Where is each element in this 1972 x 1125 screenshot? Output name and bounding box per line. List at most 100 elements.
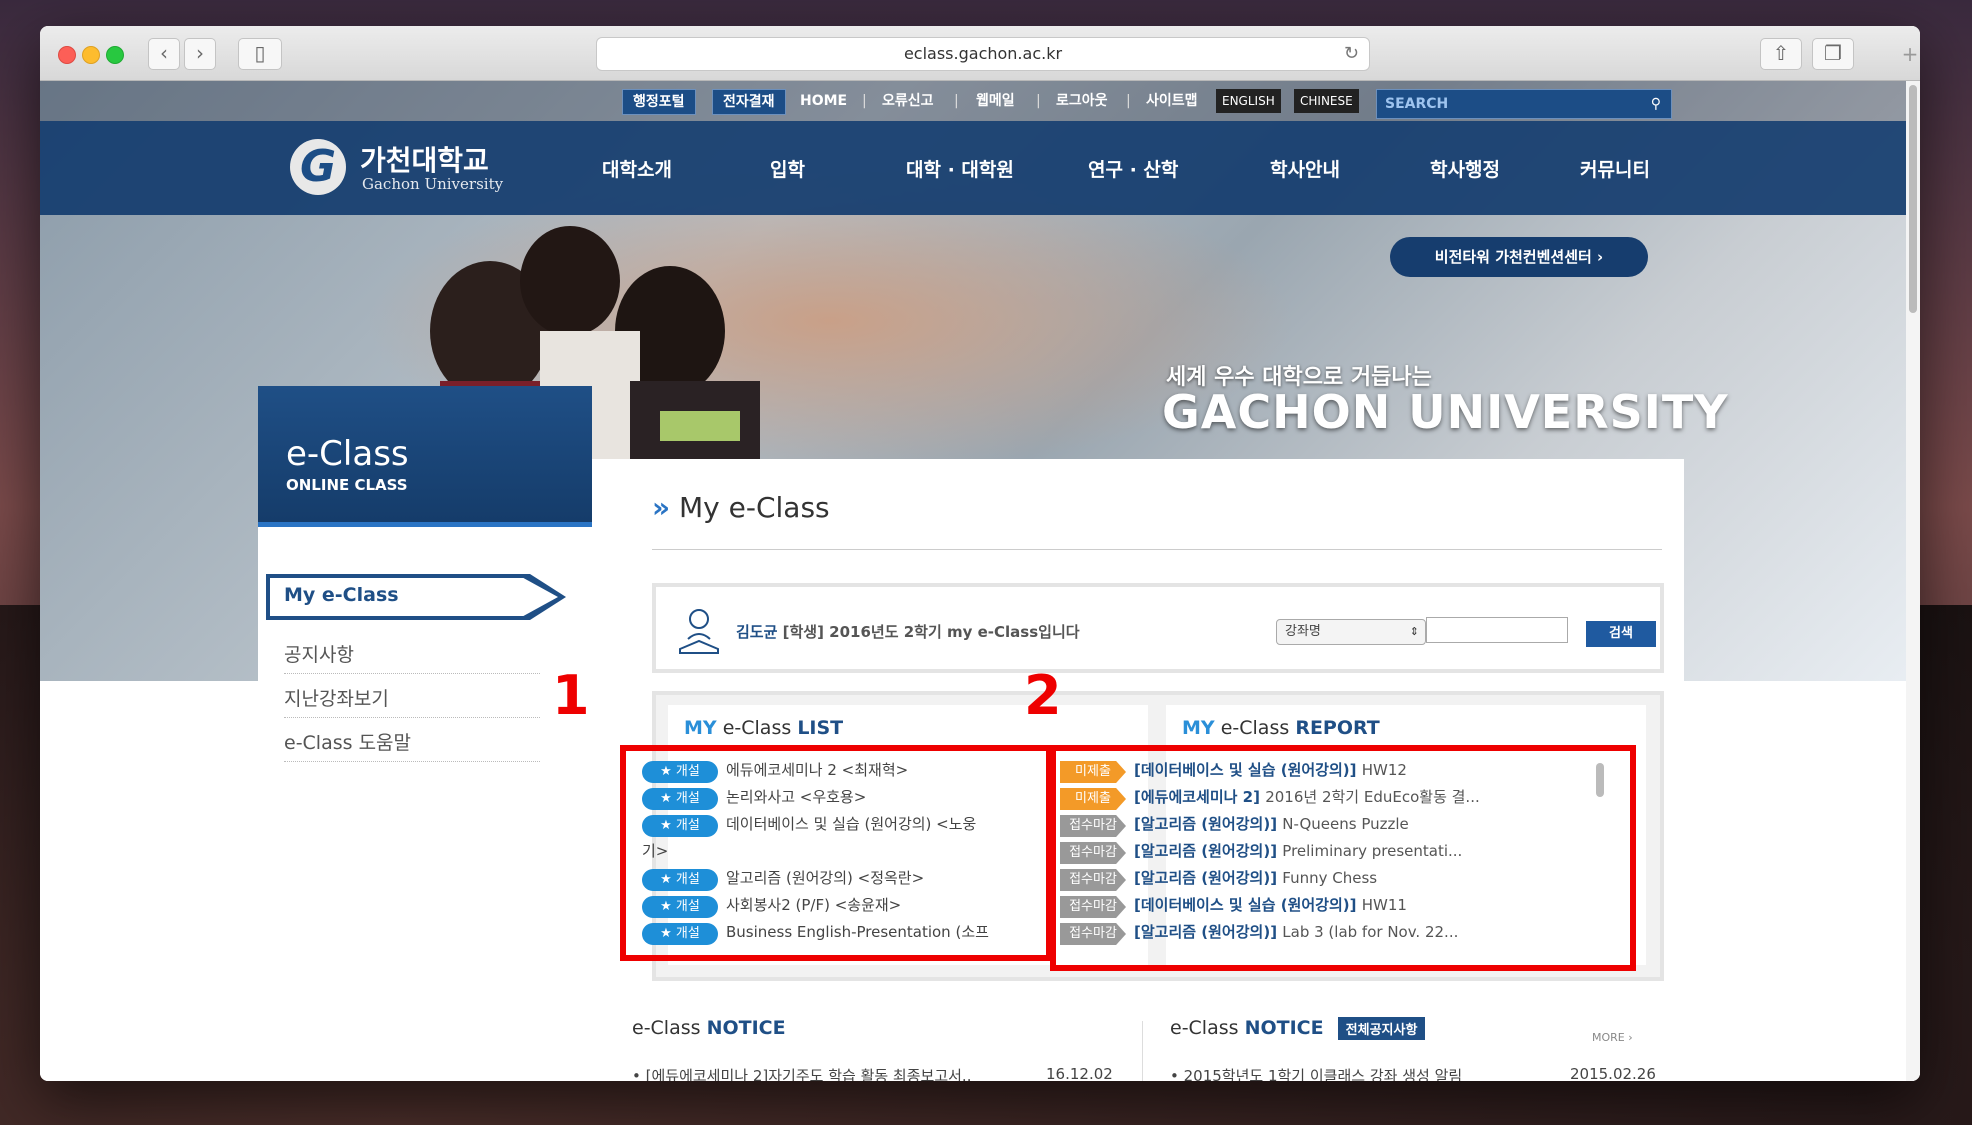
sidebar-item-past-courses[interactable]: 지난강좌보기 (284, 684, 540, 718)
chevron-left-icon[interactable]: ‹ (148, 38, 180, 70)
notice-row[interactable]: • 2015학년도 1학기 이클래스 강좌 생성 알림 (1170, 1065, 1462, 1081)
report-course: [데이터베이스 및 실습 (원어강의)] (1134, 896, 1362, 914)
course-item[interactable]: ★ 개설 사회봉사2 (P/F) <송윤재> (642, 894, 901, 918)
page-scrollbar[interactable] (1906, 81, 1920, 1081)
close-window-button[interactable] (58, 46, 76, 64)
webmail-link[interactable]: 웹메일 (976, 89, 1015, 113)
site-search-input[interactable]: SEARCH ⚲ (1376, 89, 1672, 119)
notice-date: 16.12.02 (1046, 1065, 1113, 1081)
title-my: MY (684, 717, 717, 739)
sidebar-item-help[interactable]: e-Class 도움말 (284, 728, 540, 762)
nav-research[interactable]: 연구 · 산학 (1088, 155, 1178, 182)
highlight-box-2: 미제출 [데이터베이스 및 실습 (원어강의)] HW12 미제출 [에듀에코세미나 … (1050, 745, 1636, 971)
english-link[interactable]: ENGLISH (1216, 89, 1281, 113)
browser-window: ‹ › ▯ eclass.gachon.ac.kr ↻ ⇧ ❐ + 행정포털 전… (40, 26, 1920, 1081)
report-item[interactable]: 접수마감 [데이터베이스 및 실습 (원어강의)] HW11 (1060, 894, 1407, 918)
report-list: 미제출 [데이터베이스 및 실습 (원어강의)] HW12 미제출 [에듀에코세미나 … (1060, 759, 1560, 959)
course-name: 데이터베이스 및 실습 (원어강의) <노웅 (726, 815, 977, 833)
highlight-box-1: ★ 개설 에듀에코세미나 2 <최재혁> ★ 개설 논리와사고 <우호용> ★ 개설 데이… (620, 745, 1052, 961)
search-icon[interactable]: ⚲ (1651, 90, 1661, 118)
search-button[interactable]: 검색 (1586, 621, 1656, 647)
course-name: 사회봉사2 (P/F) <송윤재> (726, 896, 902, 914)
status-badge: ★ 개설 (642, 869, 718, 891)
url-text: eclass.gachon.ac.kr (903, 44, 1063, 63)
notice-row[interactable]: • [에듀에코세미나 2]자기주도 학습 활동 최종보고서.. (632, 1065, 971, 1081)
title-mid: e-Class (1220, 717, 1290, 739)
reload-icon[interactable]: ↻ (1344, 38, 1359, 70)
user-name: 김도균 (736, 623, 778, 641)
sitemap-link[interactable]: 사이트맵 (1146, 89, 1198, 113)
search-label: SEARCH (1385, 96, 1449, 112)
chevron-right-icon[interactable]: › (184, 38, 216, 70)
status-badge: ★ 개설 (642, 761, 718, 783)
report-course: [에듀에코세미나 2] (1134, 788, 1266, 806)
portal-link[interactable]: 행정포털 (622, 89, 696, 115)
nav-about[interactable]: 대학소개 (602, 155, 672, 182)
course-item[interactable]: ★ 개설 Business English-Presentation (소프 (642, 921, 989, 945)
address-bar[interactable]: eclass.gachon.ac.kr ↻ (596, 37, 1370, 71)
divider: | (954, 93, 959, 109)
report-error-link[interactable]: 오류신고 (882, 89, 934, 113)
title-my: MY (1182, 717, 1215, 739)
title-mid: e-Class (722, 717, 792, 739)
report-task: HW12 (1361, 761, 1407, 779)
course-item[interactable]: ★ 개설 데이터베이스 및 실습 (원어강의) <노웅 (642, 813, 976, 837)
user-info-box: 김도균 [학생] 2016년도 2학기 my e-Class입니다 강좌명 ⇕ … (652, 583, 1664, 673)
notice-date: 2015.02.26 (1570, 1065, 1656, 1081)
sidebar-item-notice[interactable]: 공지사항 (284, 640, 540, 674)
scrollbar-thumb[interactable] (1909, 85, 1917, 313)
report-status-badge: 접수마감 (1060, 923, 1126, 945)
zoom-window-button[interactable] (106, 46, 124, 64)
course-item[interactable]: ★ 개설 에듀에코세미나 2 <최재혁> (642, 759, 908, 783)
home-link[interactable]: HOME (800, 89, 847, 113)
course-item[interactable]: ★ 개설 알고리즘 (원어강의) <정옥란> (642, 867, 924, 891)
report-status-badge: 접수마감 (1060, 869, 1126, 891)
report-panel-title: MY e-Class REPORT (1182, 717, 1380, 739)
logo-english: Gachon University (362, 175, 504, 193)
nav-academic-info[interactable]: 학사안내 (1270, 155, 1340, 182)
report-item[interactable]: 미제출 [데이터베이스 및 실습 (원어강의)] HW12 (1060, 759, 1407, 783)
report-item[interactable]: 접수마감 [알고리즘 (원어강의)] Funny Chess (1060, 867, 1377, 891)
notice-title-bold: NOTICE (1244, 1017, 1324, 1039)
convention-label: 비전타워 가천컨벤션센터 (1434, 248, 1592, 266)
report-item[interactable]: 접수마감 [알고리즘 (원어강의)] Preliminary presentati… (1060, 840, 1462, 864)
more-link[interactable]: MORE › (1592, 1031, 1633, 1044)
nav-academic-admin[interactable]: 학사행정 (1430, 155, 1500, 182)
course-filter-select[interactable]: 강좌명 ⇕ (1276, 619, 1426, 645)
select-value: 강좌명 (1285, 624, 1321, 639)
hero-slogan-en: GACHON UNIVERSITY (1162, 385, 1729, 439)
report-status-badge: 미제출 (1060, 761, 1126, 783)
course-item[interactable]: 기> (642, 840, 668, 861)
course-search-input[interactable] (1426, 617, 1568, 643)
nav-admission[interactable]: 입학 (770, 155, 805, 182)
course-name: 논리와사고 <우호용> (726, 788, 867, 806)
convention-center-button[interactable]: 비전타워 가천컨벤션센터 › (1390, 237, 1648, 277)
sidebar-icon[interactable]: ▯ (238, 38, 282, 70)
notice-title-prefix: e-Class (1170, 1017, 1239, 1039)
user-message: [학생] 2016년도 2학기 my e-Class입니다 (782, 623, 1080, 641)
approval-link[interactable]: 전자결재 (712, 89, 786, 115)
new-tab-icon[interactable]: + (1896, 42, 1920, 68)
sidebar-item-label[interactable]: My e-Class (284, 584, 399, 606)
nav-community[interactable]: 커뮤니티 (1580, 155, 1650, 182)
report-scrollbar[interactable] (1596, 763, 1604, 797)
divider: | (1126, 93, 1131, 109)
divider (1142, 1021, 1143, 1081)
report-item[interactable]: 접수마감 [알고리즘 (원어강의)] N-Queens Puzzle (1060, 813, 1409, 837)
logout-link[interactable]: 로그아웃 (1056, 89, 1108, 113)
report-status-badge: 접수마감 (1060, 815, 1126, 837)
chinese-link[interactable]: CHINESE (1294, 89, 1359, 113)
report-item[interactable]: 접수마감 [알고리즘 (원어강의)] Lab 3 (lab for Nov. 22… (1060, 921, 1458, 945)
course-item[interactable]: ★ 개설 논리와사고 <우호용> (642, 786, 866, 810)
share-icon[interactable]: ⇧ (1760, 38, 1802, 70)
tabs-icon[interactable]: ❐ (1812, 38, 1854, 70)
university-logo[interactable]: G 가천대학교 Gachon University (290, 137, 510, 199)
nav-colleges[interactable]: 대학 · 대학원 (906, 155, 1014, 182)
logo-mark-icon: G (290, 139, 346, 195)
status-badge: ★ 개설 (642, 815, 718, 837)
all-notice-button[interactable]: 전체공지사항 (1337, 1017, 1426, 1040)
sidebar-header: e-Class ONLINE CLASS (258, 386, 592, 522)
report-item[interactable]: 미제출 [에듀에코세미나 2] 2016년 2학기 EduEco활동 결... (1060, 786, 1480, 810)
minimize-window-button[interactable] (82, 46, 100, 64)
report-course: [알고리즘 (원어강의)] (1134, 869, 1283, 887)
